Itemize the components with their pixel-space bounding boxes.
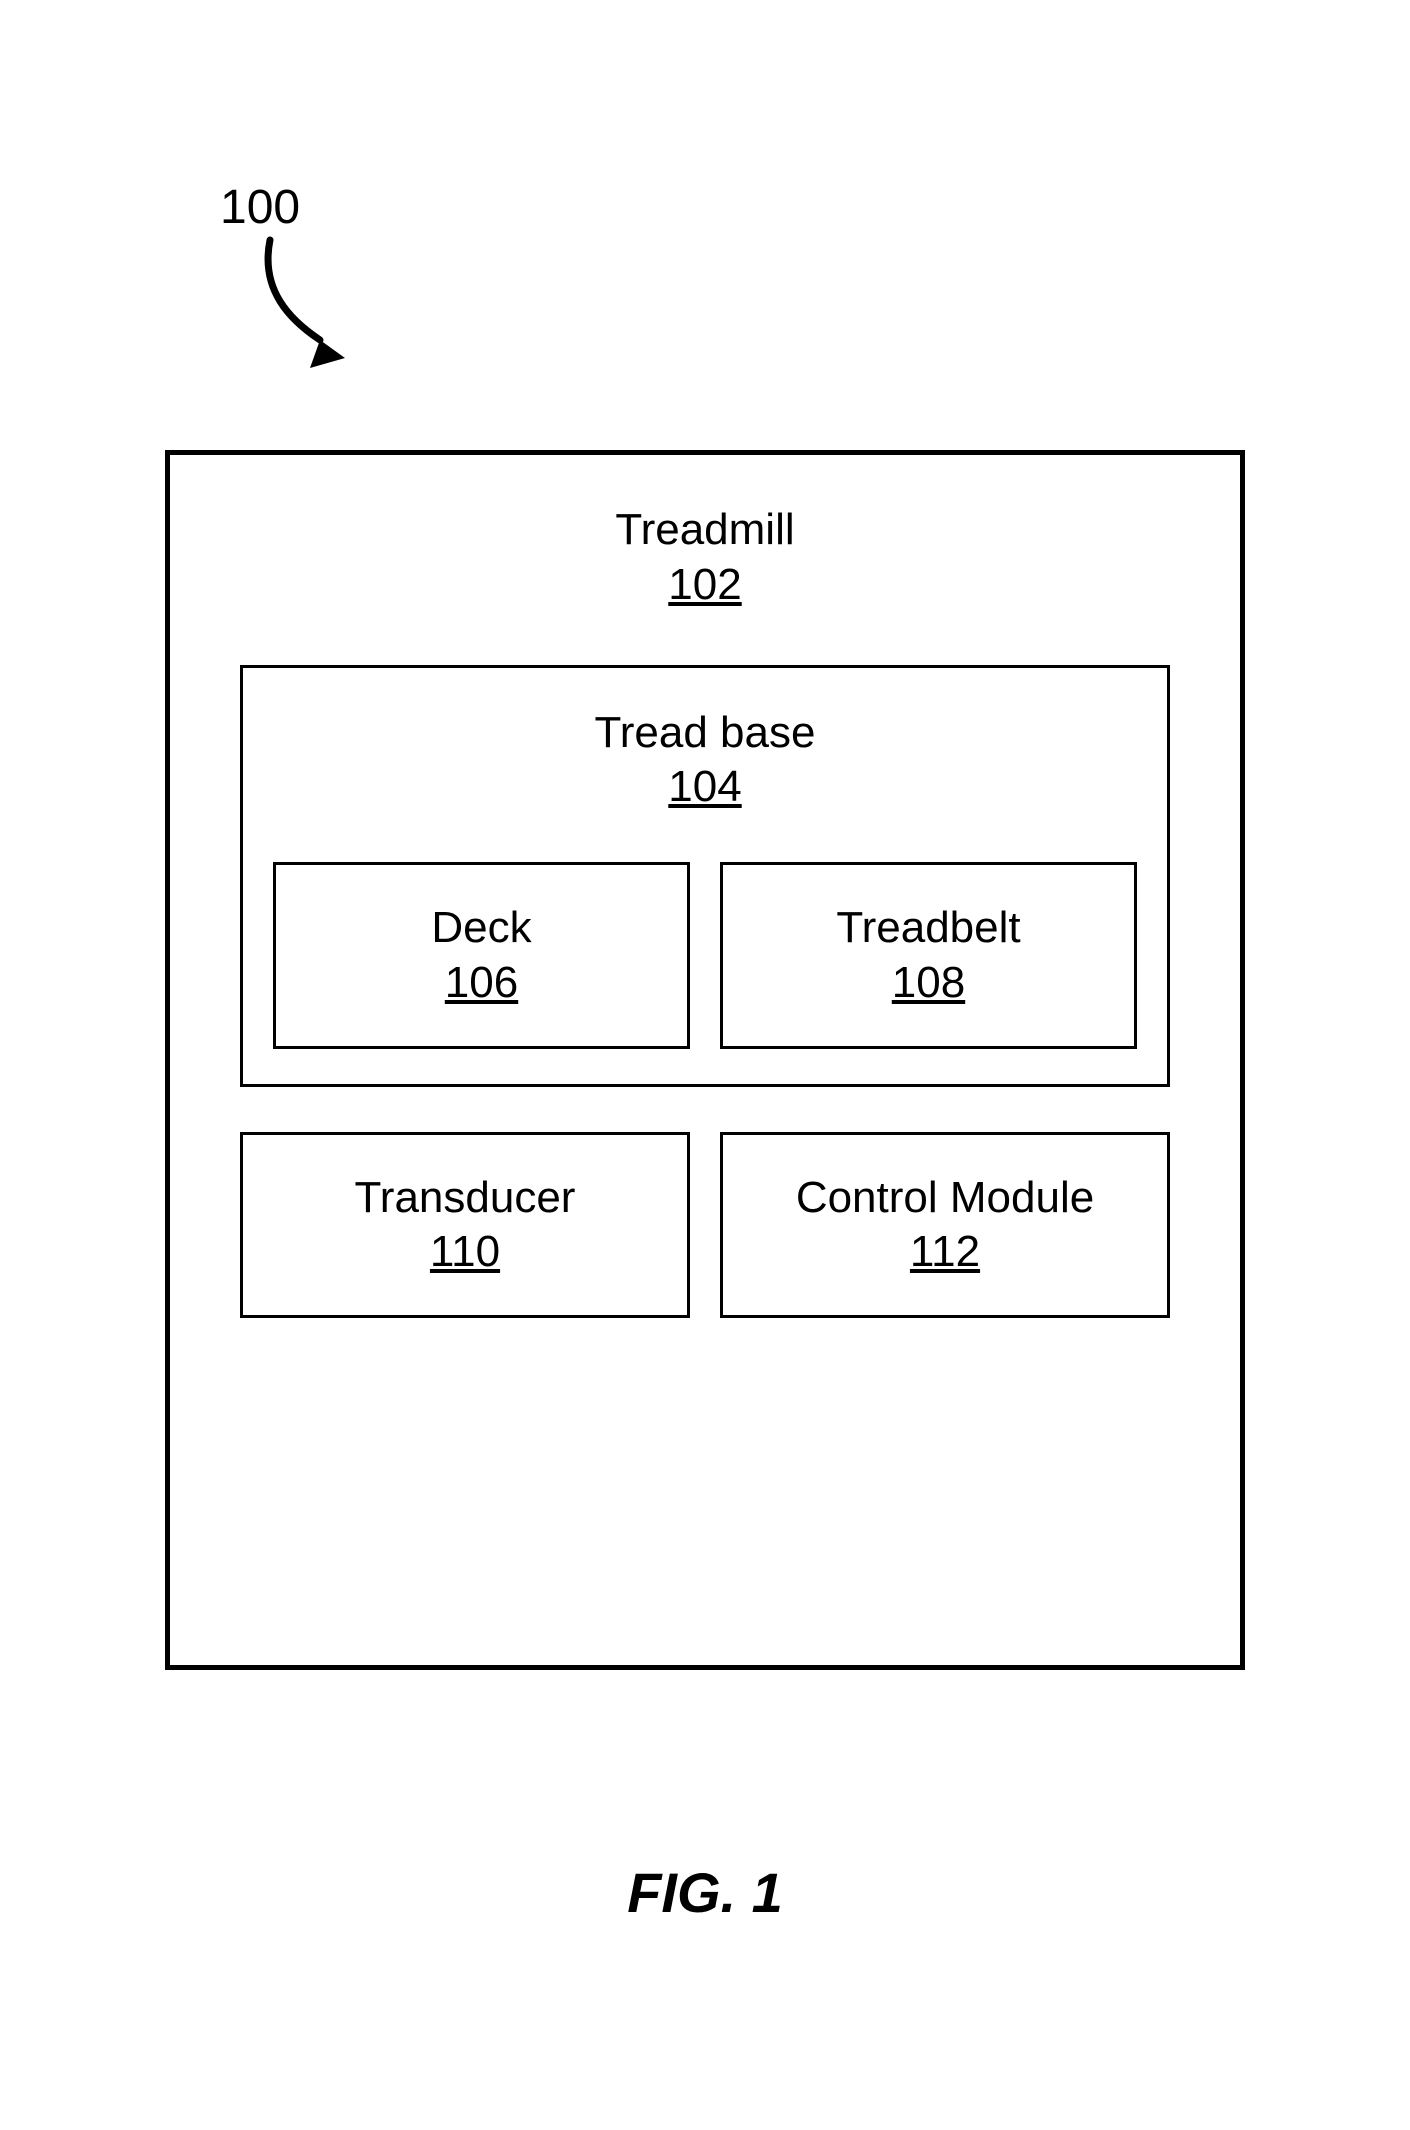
deck-title: Deck	[286, 903, 677, 954]
treadmill-title: Treadmill	[240, 505, 1170, 556]
transducer-ref: 110	[253, 1227, 677, 1277]
treadbase-ref: 104	[273, 762, 1137, 812]
treadmill-ref: 102	[240, 560, 1170, 610]
deck-ref: 106	[286, 958, 677, 1008]
deck-block: Deck 106	[273, 862, 690, 1049]
figure-caption: FIG. 1	[0, 1860, 1410, 1925]
treadbelt-ref: 108	[733, 958, 1124, 1008]
control-module-ref: 112	[733, 1227, 1157, 1277]
page: 100 Treadmill 102 Tread base 104 Deck 10…	[0, 0, 1410, 2130]
treadmill-block: Treadmill 102 Tread base 104 Deck 106 Tr…	[165, 450, 1245, 1670]
control-module-title: Control Module	[733, 1173, 1157, 1224]
system-ref-label: 100	[220, 180, 300, 235]
treadmill-subrow: Transducer 110 Control Module 112	[240, 1132, 1170, 1319]
control-module-block: Control Module 112	[720, 1132, 1170, 1319]
treadbelt-title: Treadbelt	[733, 903, 1124, 954]
treadbelt-block: Treadbelt 108	[720, 862, 1137, 1049]
transducer-title: Transducer	[253, 1173, 677, 1224]
treadbase-title: Tread base	[273, 708, 1137, 759]
treadbase-block: Tread base 104 Deck 106 Treadbelt 108	[240, 665, 1170, 1087]
treadbase-subrow: Deck 106 Treadbelt 108	[273, 862, 1137, 1049]
pointer-arrow-icon	[250, 230, 370, 370]
transducer-block: Transducer 110	[240, 1132, 690, 1319]
